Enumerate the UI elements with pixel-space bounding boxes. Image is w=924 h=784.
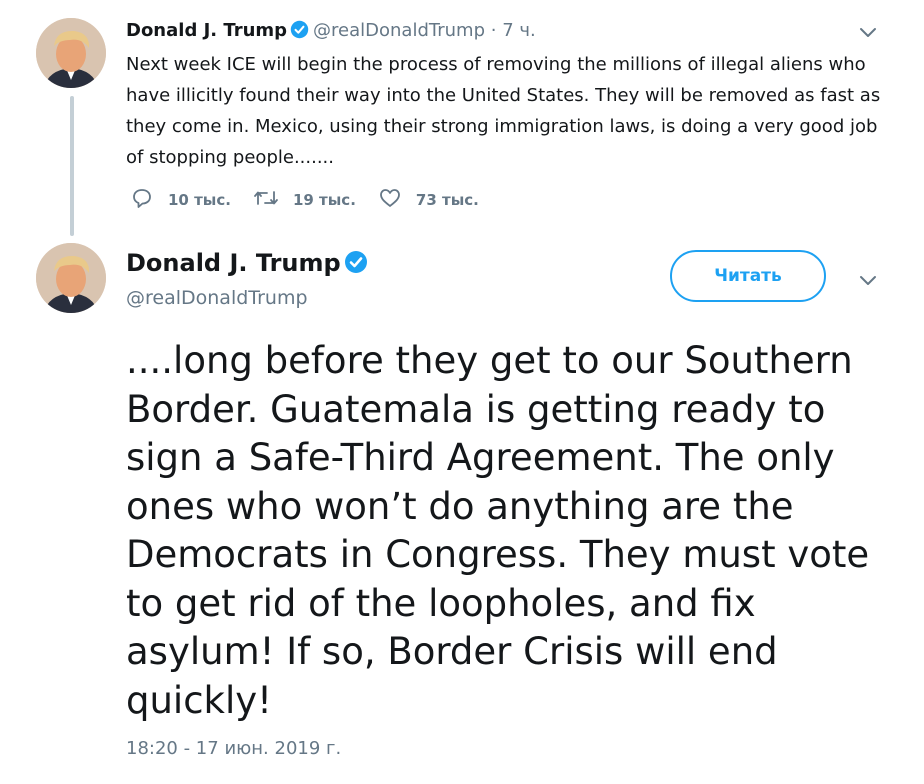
like-count: 73 тыс. — [415, 191, 479, 209]
reply-icon — [130, 186, 168, 214]
tweet-timestamp[interactable]: 18:20 - 17 июн. 2019 г. — [126, 737, 341, 761]
verified-badge-icon — [344, 250, 368, 282]
verified-badge-icon — [290, 20, 309, 45]
separator-dot: · — [490, 20, 497, 41]
author-handle[interactable]: @realDonaldTrump — [313, 20, 485, 41]
author-name[interactable]: Donald J. Trump — [126, 247, 372, 282]
avatar[interactable] — [36, 18, 106, 88]
retweet-count: 19 тыс. — [292, 191, 356, 209]
like-button[interactable]: 73 тыс. — [378, 186, 479, 214]
reply-button[interactable]: 10 тыс. — [130, 186, 231, 214]
author-name-text: Donald J. Trump — [126, 249, 341, 277]
retweet-button[interactable]: 19 тыс. — [253, 186, 356, 214]
author-name[interactable]: Donald J. Trump — [126, 20, 287, 41]
tweet-time[interactable]: 7 ч. — [502, 20, 536, 41]
chevron-down-icon[interactable] — [856, 20, 880, 44]
tweet1-header: Donald J. Trump @realDonaldTrump · 7 ч. — [126, 20, 536, 45]
tweet1-actions: 10 тыс. 19 тыс. 73 тыс. — [130, 186, 501, 214]
thread-connector-line — [70, 96, 74, 236]
tweet2-text: ....long before they get to our Southern… — [126, 339, 870, 722]
tweet1-text: Next week ICE will begin the process of … — [126, 54, 881, 168]
author-handle[interactable]: @realDonaldTrump — [126, 285, 308, 311]
chevron-down-icon[interactable] — [856, 268, 880, 292]
avatar[interactable] — [36, 243, 106, 313]
retweet-icon — [253, 186, 293, 214]
like-icon — [378, 186, 416, 214]
reply-count: 10 тыс. — [168, 191, 231, 209]
follow-button[interactable]: Читать — [670, 250, 826, 302]
